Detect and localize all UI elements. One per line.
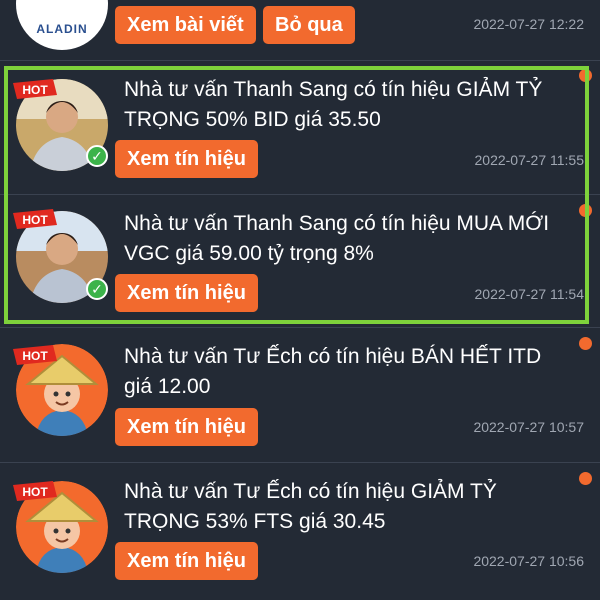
svg-text:HOT: HOT — [22, 485, 48, 499]
unread-dot — [579, 69, 592, 82]
notification-message: Nhà tư vấn Thanh Sang có tín hiệu GIẢM T… — [124, 78, 543, 131]
notification-time: 2022-07-27 10:57 — [473, 419, 584, 435]
hot-badge: HOT — [13, 79, 57, 99]
notification-row-top: ALADIN Xem bài viết Bỏ qua 2022-07-27 12… — [0, 0, 600, 61]
notification-time: 2022-07-27 11:55 — [474, 152, 585, 168]
aladin-logo-text: ALADIN — [36, 22, 88, 36]
svg-text:HOT: HOT — [22, 349, 48, 363]
svg-text:HOT: HOT — [22, 83, 48, 97]
unread-dot — [579, 337, 592, 350]
notification-row[interactable]: HOT ✓ Nhà tư vấn Thanh Sang có tín hiệu … — [0, 195, 600, 328]
hot-badge: HOT — [13, 345, 57, 365]
notification-time: 2022-07-27 10:56 — [473, 553, 584, 569]
hot-badge: HOT — [13, 481, 57, 501]
notification-row[interactable]: HOT Nhà tư vấn Tư Ếch có tín hiệu BÁN HẾ… — [0, 328, 600, 463]
view-signal-button[interactable]: Xem tín hiệu — [115, 542, 258, 580]
notification-time: 2022-07-27 12:22 — [473, 16, 584, 32]
notification-time: 2022-07-27 11:54 — [474, 286, 585, 302]
notification-message: Nhà tư vấn Tư Ếch có tín hiệu BÁN HẾT IT… — [124, 345, 542, 398]
view-article-button[interactable]: Xem bài viết — [115, 6, 256, 44]
unread-dot — [579, 204, 592, 217]
view-signal-button[interactable]: Xem tín hiệu — [115, 140, 258, 178]
notification-message: Nhà tư vấn Tư Ếch có tín hiệu GIẢM TỶ TR… — [124, 480, 497, 533]
view-signal-button[interactable]: Xem tín hiệu — [115, 408, 258, 446]
notification-row[interactable]: HOT ✓ Nhà tư vấn Thanh Sang có tín hiệu … — [0, 61, 600, 195]
notification-message: Nhà tư vấn Thanh Sang có tín hiệu MUA MỚ… — [124, 212, 550, 265]
skip-button[interactable]: Bỏ qua — [263, 6, 355, 44]
view-signal-button[interactable]: Xem tín hiệu — [115, 274, 258, 312]
aladin-logo: ALADIN — [16, 0, 108, 50]
unread-dot — [579, 472, 592, 485]
svg-text:HOT: HOT — [22, 213, 48, 227]
hot-badge: HOT — [13, 209, 57, 229]
verified-check-icon: ✓ — [86, 278, 108, 300]
verified-check-icon: ✓ — [86, 145, 108, 167]
notification-row[interactable]: HOT Nhà tư vấn Tư Ếch có tín hiệu GIẢM T… — [0, 463, 600, 600]
